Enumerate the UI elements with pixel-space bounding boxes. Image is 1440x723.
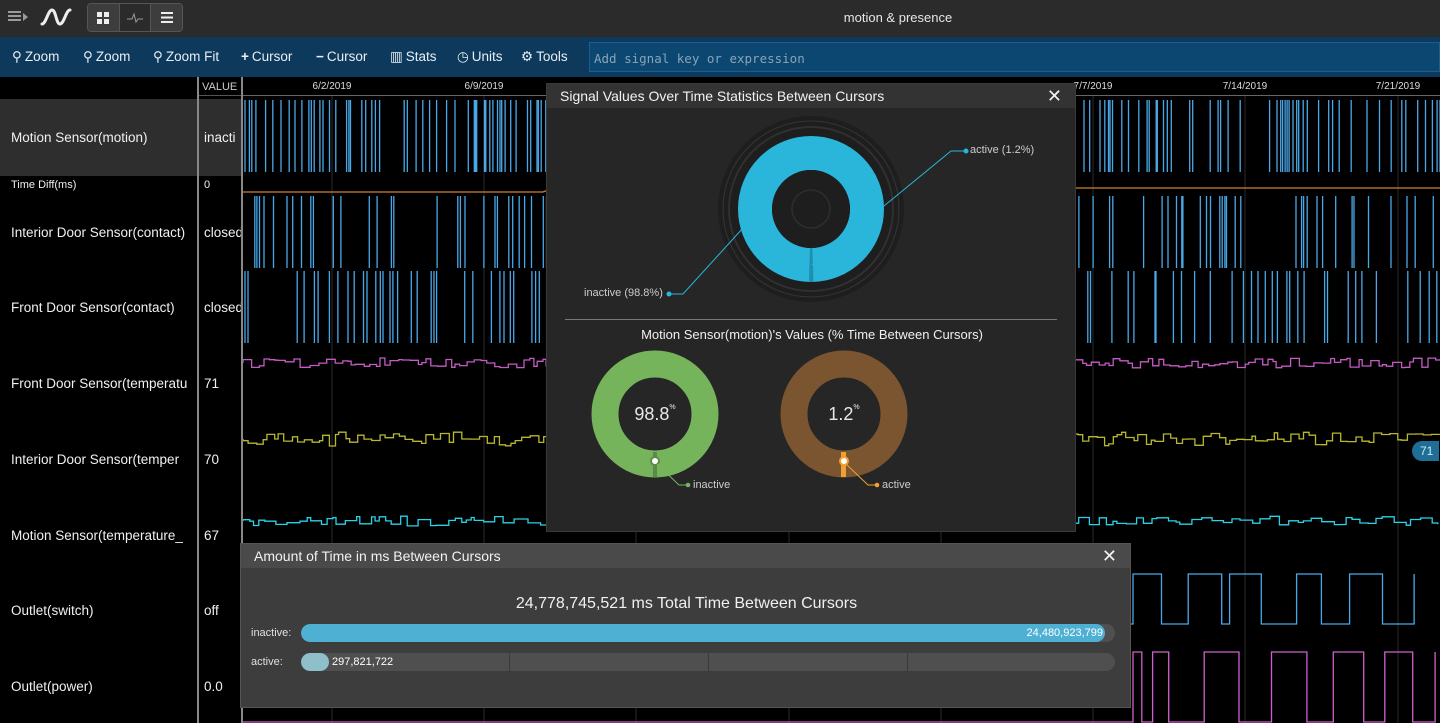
- zoom-out-button[interactable]: ⚲ Zoom: [83, 49, 130, 65]
- remove-cursor-button[interactable]: − Cursor: [316, 49, 367, 64]
- zoom-fit-button[interactable]: ⚲ Zoom Fit: [153, 49, 219, 65]
- active-donut-label: active: [882, 479, 911, 491]
- signal-value: inacti: [204, 130, 236, 145]
- total-time-text: 24,778,745,521 ms Total Time Between Cur…: [515, 595, 858, 612]
- signal-value: closed: [204, 300, 242, 315]
- stats-button[interactable]: ▥ Stats: [390, 49, 437, 65]
- zoom-out-icon: ⚲: [83, 49, 93, 64]
- signal-name[interactable]: Motion Sensor(motion): [11, 130, 148, 145]
- inactive-donut-label: inactive: [693, 479, 731, 491]
- active-bar[interactable]: [301, 653, 329, 671]
- signal-name[interactable]: Motion Sensor(temperature_: [11, 528, 197, 543]
- bar-label: inactive:: [251, 627, 292, 639]
- time-panel-header[interactable]: Amount of Time in ms Between Cursors ✕: [241, 544, 1130, 568]
- panel-divider: [565, 319, 1057, 320]
- close-icon[interactable]: ✕: [1047, 87, 1062, 105]
- date-tick-label: 7/7/2019: [1073, 81, 1113, 92]
- signal-name[interactable]: Interior Door Sensor(temper: [11, 452, 197, 467]
- signal-value: closed: [204, 225, 242, 240]
- inactive-leader-dot: [666, 291, 672, 297]
- hover-value-badge: 71: [1412, 441, 1440, 461]
- inactive-bar[interactable]: [301, 624, 1105, 642]
- active-donut-leader-dot: [874, 482, 880, 488]
- stats-panel: Signal Values Over Time Statistics Betwe…: [546, 83, 1076, 532]
- signal-name[interactable]: Interior Door Sensor(contact): [11, 225, 197, 240]
- column-divider[interactable]: [197, 77, 199, 723]
- stats-graphics: [591, 116, 969, 488]
- tools-button[interactable]: ⚙ Tools: [521, 49, 568, 65]
- signal-name[interactable]: Outlet(power): [11, 679, 93, 694]
- bar-segment-divider: [708, 653, 709, 671]
- active-donut-handle[interactable]: [839, 456, 849, 466]
- active-donut-value: 1.2%: [828, 404, 860, 424]
- date-tick-label: 7/21/2019: [1375, 81, 1421, 92]
- active-leader-dot: [963, 148, 969, 154]
- active-bar-track: 297,821,722: [301, 653, 1115, 671]
- inactive-bar-track: 24,480,923,799: [301, 624, 1115, 642]
- signal-value: 67: [204, 528, 220, 543]
- add-cursor-button[interactable]: + Cursor: [241, 49, 292, 64]
- inactive-ring-label: inactive (98.8%): [584, 287, 663, 299]
- signal-value: 71: [204, 376, 220, 391]
- gear-icon: ⚙: [521, 49, 534, 64]
- date-tick-label: 6/9/2019: [464, 81, 504, 92]
- value-column-header: VALUE: [198, 77, 242, 96]
- zoom-in-button[interactable]: ⚲ Zoom: [12, 49, 59, 65]
- bar-label: active:: [251, 656, 283, 668]
- date-tick-label: 7/14/2019: [1222, 81, 1268, 92]
- signal-value: 0: [204, 179, 211, 191]
- minus-icon: −: [316, 49, 324, 64]
- time-panel-title: Amount of Time in ms Between Cursors: [254, 548, 501, 564]
- bar-value: 24,480,923,799: [1026, 627, 1103, 639]
- clock-icon: ◷: [457, 49, 469, 64]
- stats-panel-title: Signal Values Over Time Statistics Betwe…: [560, 88, 885, 104]
- signal-name[interactable]: Front Door Sensor(contact): [11, 300, 175, 315]
- inactive-donut-leader-dot: [685, 482, 691, 488]
- time-between-cursors-panel: Amount of Time in ms Between Cursors ✕ 2…: [240, 543, 1131, 708]
- bar-value: 297,821,722: [332, 656, 394, 668]
- zoom-in-icon: ⚲: [12, 49, 22, 64]
- signal-name[interactable]: Time Diff(ms): [11, 179, 76, 191]
- ring-hole: [772, 170, 850, 248]
- inactive-donut-value: 98.8%: [634, 404, 676, 424]
- signal-name[interactable]: Front Door Sensor(temperatu: [11, 376, 197, 391]
- toolbar: ⚲ Zoom ⚲ Zoom ⚲ Zoom Fit + Cursor − Cursor ▥ S…: [0, 37, 1440, 77]
- zoom-fit-icon: ⚲: [153, 49, 163, 64]
- active-ring-label: active (1.2%): [970, 144, 1035, 156]
- units-button[interactable]: ◷ Units: [457, 49, 503, 65]
- inactive-donut-handle[interactable]: [650, 456, 660, 466]
- signal-value: off: [204, 603, 219, 618]
- plus-icon: +: [241, 49, 249, 64]
- title-bar: motion & presence: [0, 0, 1440, 37]
- bar-chart-icon: ▥: [390, 49, 403, 64]
- signal-value: 70: [204, 452, 220, 467]
- stats-subtitle: Motion Sensor(motion)'s Values (% Time B…: [641, 327, 983, 342]
- date-tick-label: 6/2/2019: [312, 81, 352, 92]
- signal-value: 0.0: [204, 679, 223, 694]
- app-title: motion & presence: [843, 10, 953, 25]
- signal-search-input[interactable]: Add signal key or expression: [589, 42, 1440, 72]
- signal-name[interactable]: Outlet(switch): [11, 603, 94, 618]
- bar-segment-divider: [509, 653, 510, 671]
- bar-segment-divider: [907, 653, 908, 671]
- stats-panel-header[interactable]: Signal Values Over Time Statistics Betwe…: [547, 84, 1075, 108]
- close-icon[interactable]: ✕: [1102, 547, 1117, 565]
